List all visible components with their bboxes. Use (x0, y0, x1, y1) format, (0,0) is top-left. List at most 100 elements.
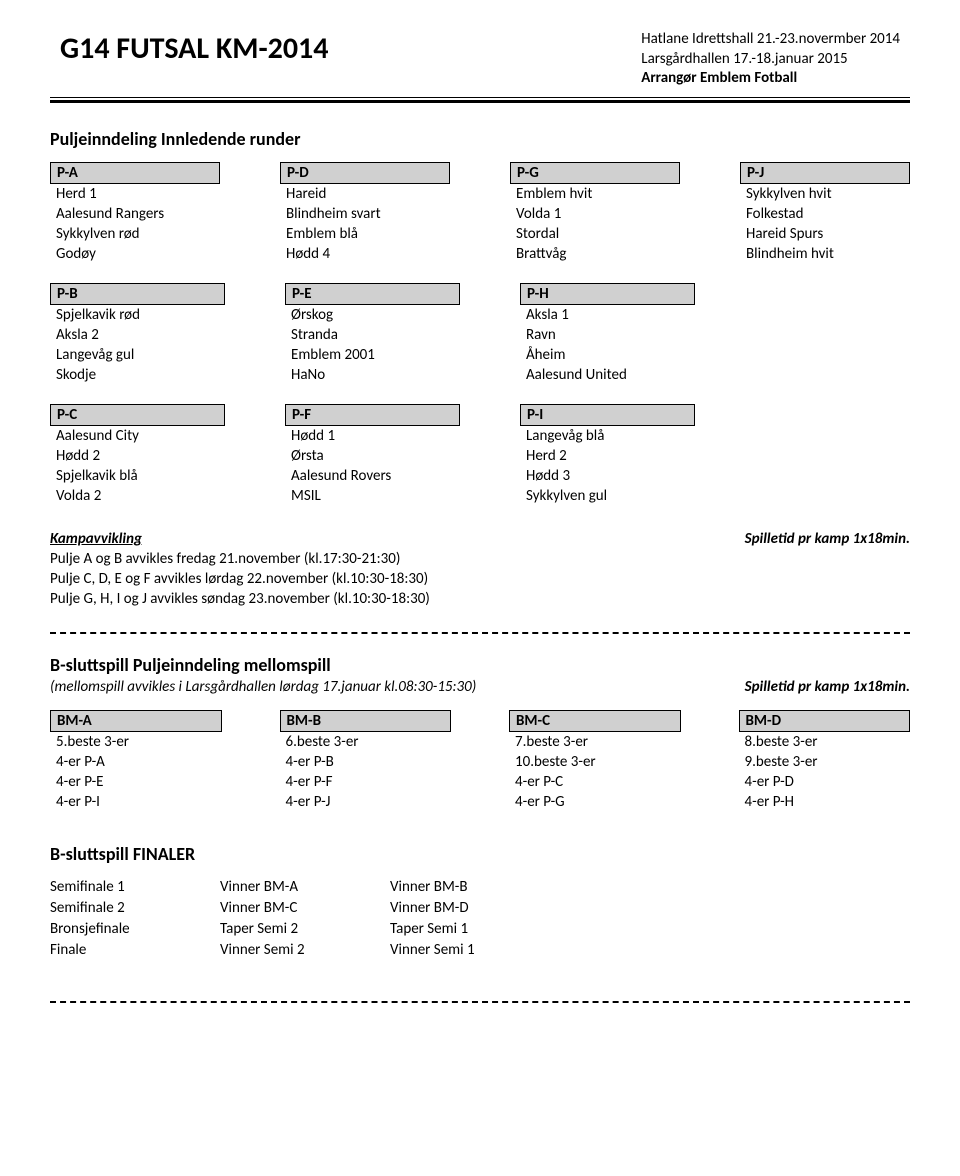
group-box: BM-B6.beste 3-er4-er P-B4-er P-F4-er P-J (280, 710, 452, 813)
separator (50, 632, 910, 634)
kamp-line: Pulje A og B avvikles fredag 21.november… (50, 549, 910, 569)
group-item: Aalesund United (520, 365, 695, 385)
group-box: BM-C7.beste 3-er10.beste 3-er4-er P-C4-e… (509, 710, 681, 813)
page-header: G14 FUTSAL KM-2014 Hatlane Idrettshall 2… (50, 30, 910, 98)
group-row: P-BSpjelkavik rødAksla 2Langevåg gulSkod… (50, 283, 910, 386)
group-item: Hødd 4 (280, 244, 450, 264)
header-line2: Larsgårdhallen 17.-18.januar 2015 (641, 50, 900, 70)
group-header: P-C (50, 404, 225, 426)
group-item: Aalesund Rangers (50, 204, 220, 224)
group-header: P-D (280, 162, 450, 184)
finale-cell: Vinner Semi 1 (390, 940, 560, 961)
header-line1: Hatlane Idrettshall 21.-23.novermber 201… (641, 30, 900, 50)
finale-cell: Taper Semi 1 (390, 919, 560, 940)
finale-row: BronsjefinaleTaper Semi 2Taper Semi 1 (50, 919, 910, 940)
section2-header: B-sluttspill Puljeinndeling mellomspill … (50, 654, 910, 696)
group-item: Godøy (50, 244, 220, 264)
group-item: 4-er P-I (50, 792, 222, 812)
kamp-label: Kampavvikling (50, 529, 142, 549)
group-item: Herd 2 (520, 446, 695, 466)
group-box: P-BSpjelkavik rødAksla 2Langevåg gulSkod… (50, 283, 225, 386)
finale-cell: Finale (50, 940, 220, 961)
group-row: P-AHerd 1Aalesund RangersSykkylven rødGo… (50, 162, 910, 265)
group-item: Hødd 2 (50, 446, 225, 466)
group-item: Herd 1 (50, 184, 220, 204)
group-item: 9.beste 3-er (739, 752, 911, 772)
group-box: P-FHødd 1ØrstaAalesund RoversMSIL (285, 404, 460, 507)
group-item: 8.beste 3-er (739, 732, 911, 752)
finale-row: Semifinale 1Vinner BM-AVinner BM-B (50, 877, 910, 898)
group-header: BM-D (739, 710, 911, 732)
group-item: Brattvåg (510, 244, 680, 264)
group-item: Hødd 1 (285, 426, 460, 446)
group-item: 4-er P-A (50, 752, 222, 772)
group-item: 7.beste 3-er (509, 732, 681, 752)
group-box: BM-D8.beste 3-er9.beste 3-er4-er P-D4-er… (739, 710, 911, 813)
finale-cell: Taper Semi 2 (220, 919, 390, 940)
group-header: BM-C (509, 710, 681, 732)
group-header: P-F (285, 404, 460, 426)
finale-cell: Vinner Semi 2 (220, 940, 390, 961)
group-item: HaNo (285, 365, 460, 385)
section2-subtitle: (mellomspill avvikles i Larsgårdhallen l… (50, 678, 476, 696)
finale-cell: Semifinale 2 (50, 898, 220, 919)
finale-cell: Vinner BM-D (390, 898, 560, 919)
group-item: 4-er P-J (280, 792, 452, 812)
group-item: Stordal (510, 224, 680, 244)
group-header: P-I (520, 404, 695, 426)
group-item: Stranda (285, 325, 460, 345)
section2-title: B-sluttspill Puljeinndeling mellomspill (50, 654, 476, 676)
header-organizer: Arrangør Emblem Fotball (641, 69, 900, 89)
group-box: P-DHareidBlindheim svartEmblem blåHødd 4 (280, 162, 450, 265)
group-item: Spjelkavik rød (50, 305, 225, 325)
group-item: Spjelkavik blå (50, 466, 225, 486)
group-item: Ravn (520, 325, 695, 345)
group-item: MSIL (285, 486, 460, 506)
finale-cell: Vinner BM-B (390, 877, 560, 898)
group-item: Åheim (520, 345, 695, 365)
finale-cell: Bronsjefinale (50, 919, 220, 940)
group-header: P-E (285, 283, 460, 305)
finale-cell: Semifinale 1 (50, 877, 220, 898)
group-item: Emblem blå (280, 224, 450, 244)
group-box: P-GEmblem hvitVolda 1StordalBrattvåg (510, 162, 680, 265)
group-item: Skodje (50, 365, 225, 385)
section3-title: B-sluttspill FINALER (50, 843, 910, 865)
group-item: Blindheim svart (280, 204, 450, 224)
group-item: Volda 2 (50, 486, 225, 506)
kamp-note: Spilletid pr kamp 1x18min. (745, 529, 910, 549)
group-item: 5.beste 3-er (50, 732, 222, 752)
group-item: Sykkylven gul (520, 486, 695, 506)
finale-cell: Vinner BM-A (220, 877, 390, 898)
group-box: P-EØrskogStrandaEmblem 2001HaNo (285, 283, 460, 386)
section1-title: Puljeinndeling Innledende runder (50, 128, 910, 150)
group-header: BM-A (50, 710, 222, 732)
group-item: Sykkylven hvit (740, 184, 910, 204)
kamp-line: Pulje G, H, I og J avvikles søndag 23.no… (50, 589, 910, 609)
group-box: P-AHerd 1Aalesund RangersSykkylven rødGo… (50, 162, 220, 265)
group-item: Langevåg gul (50, 345, 225, 365)
group-item: Langevåg blå (520, 426, 695, 446)
group-item: Aalesund City (50, 426, 225, 446)
group-header: P-A (50, 162, 220, 184)
group-item: Aksla 1 (520, 305, 695, 325)
group-item: Hødd 3 (520, 466, 695, 486)
group-header: P-H (520, 283, 695, 305)
header-info: Hatlane Idrettshall 21.-23.novermber 201… (641, 30, 910, 89)
group-item: 4-er P-B (280, 752, 452, 772)
group-item: 6.beste 3-er (280, 732, 452, 752)
page-title: G14 FUTSAL KM-2014 (50, 30, 328, 67)
group-header: P-J (740, 162, 910, 184)
kampavvikling-block: Kampavvikling Spilletid pr kamp 1x18min.… (50, 529, 910, 610)
group-item: Volda 1 (510, 204, 680, 224)
group-item: 4-er P-C (509, 772, 681, 792)
finale-cell: Vinner BM-C (220, 898, 390, 919)
group-header: P-B (50, 283, 225, 305)
group-item: 4-er P-E (50, 772, 222, 792)
group-item: 4-er P-F (280, 772, 452, 792)
kamp-line: Pulje C, D, E og F avvikles lørdag 22.no… (50, 569, 910, 589)
group-item: 4-er P-G (509, 792, 681, 812)
separator (50, 1001, 910, 1003)
group-box: BM-A5.beste 3-er4-er P-A4-er P-E4-er P-I (50, 710, 222, 813)
finale-row: Semifinale 2Vinner BM-CVinner BM-D (50, 898, 910, 919)
